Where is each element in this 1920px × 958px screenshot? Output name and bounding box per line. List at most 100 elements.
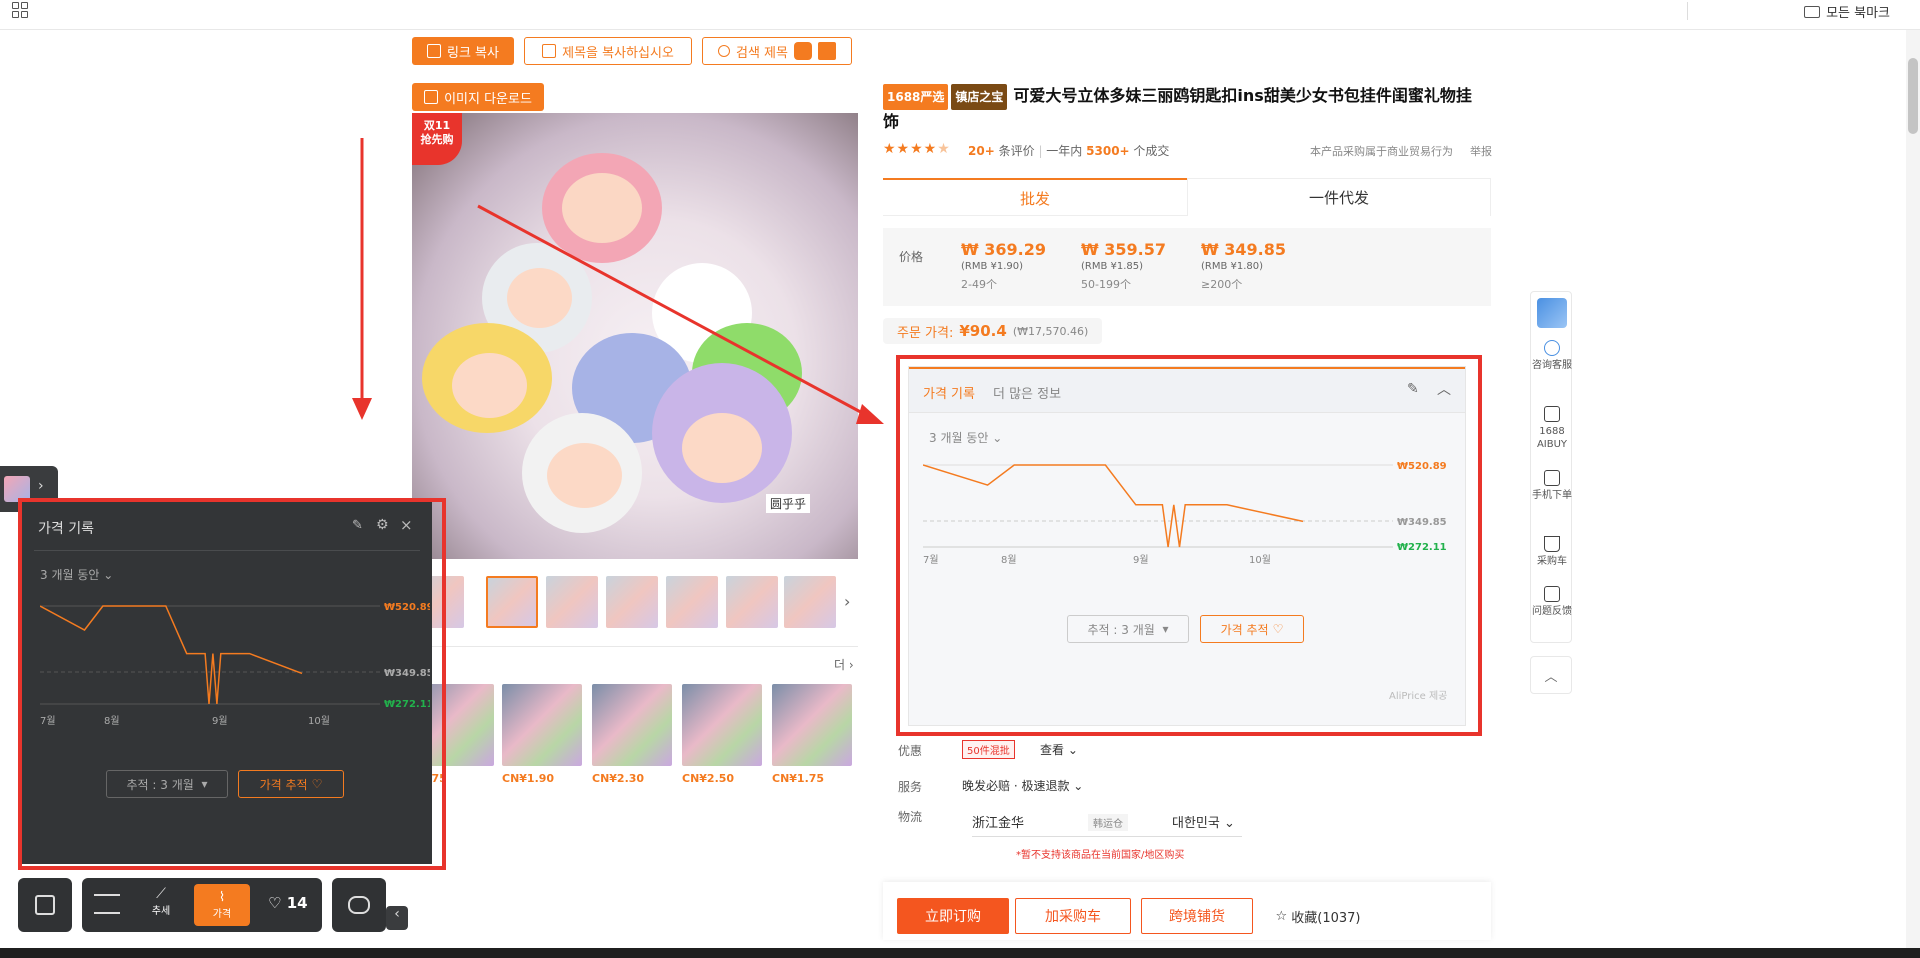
trend-button[interactable]: ⟋ 추세 [146,886,176,917]
thumbnail[interactable] [666,576,718,628]
promo-badge-line1: 双11 [423,119,451,132]
aibuy-button[interactable]: 1688 AIBUY [1531,406,1573,451]
promo-badge-line2: 抢先购 [420,133,454,146]
logistics-label: 物流 [898,810,923,824]
side-tools: 咨询客服 1688 AIBUY 手机下单 采购车 问题反馈 [1530,291,1572,643]
period-dropdown[interactable]: 3 개월 동안 ⌄ [929,429,1002,446]
track-period-select[interactable]: 추적 : 3 개월 ▾ [1067,615,1189,643]
gear-icon[interactable]: ⚙ [376,517,389,533]
shopping-bag-button[interactable] [18,878,72,932]
search-title-button[interactable]: 검색 제목 [702,37,852,65]
service-value[interactable]: 晚发必赔 · 极速退款 ⌄ [962,777,1083,794]
browser-bookmarks-bar: 모든 북마크 [0,0,1920,30]
related-product-image[interactable] [502,684,582,766]
treasure-badge: 镇店之宝 [951,84,1008,110]
service-text: 晚发必赔 · 极速退款 [962,779,1070,793]
taobao-icon[interactable] [793,42,812,60]
collapse-toolbar-button[interactable]: ‹ [386,906,408,930]
mobile-order-button[interactable]: 手机下单 [1531,470,1573,502]
chevron-right-icon: › [38,478,44,494]
divider [1687,2,1688,20]
price-button[interactable]: ⌇ 가격 [194,884,250,926]
add-cart-button[interactable]: 加采购车 [1015,898,1131,934]
sales-label: 个成交 [1133,144,1170,158]
x-tick-label: 10월 [308,715,330,727]
annotation-arrowhead-down [352,398,372,420]
chat-icon [1544,340,1560,356]
page-scrollbar[interactable] [1906,30,1920,958]
thumbnail[interactable] [546,576,598,628]
heart-icon: ♡ [311,777,323,791]
tier-quantity: ≥200个 [1201,278,1243,291]
download-images-button[interactable]: 이미지 다운로드 [412,83,544,111]
wishlist-button[interactable]: ♡ 14 [268,894,308,912]
price-tier: ₩ 359.57 (RMB ¥1.85) 50-199个 [1081,240,1166,292]
related-product-image[interactable] [682,684,762,766]
promo-view-link[interactable]: 查看 ⌄ [1040,741,1078,758]
buy-now-button[interactable]: 立即订购 [897,898,1009,934]
thumbnail[interactable] [606,576,658,628]
cross-border-button[interactable]: 跨境铺货 [1141,898,1253,934]
price-line [40,605,303,705]
translate-button[interactable] [1531,298,1573,328]
related-product-image[interactable] [592,684,672,766]
period-dropdown[interactable]: 3 개월 동안 ⌄ [40,566,113,583]
layers-icon[interactable] [94,894,120,914]
divider [412,646,858,647]
thumbnail[interactable] [726,576,778,628]
destination-select[interactable]: 대한민국 ⌄ [1172,812,1235,831]
feedback-label: 问题反馈 [1532,606,1572,617]
edit-icon[interactable]: ✎ [1407,381,1419,397]
all-bookmarks-button[interactable]: 모든 북마크 [1804,2,1890,21]
back-to-top-button[interactable]: ︿ [1530,656,1572,694]
thumbnail-selected[interactable] [486,576,538,628]
collapse-icon[interactable]: ︿ [1437,379,1451,399]
panel-title: 가격 기록 [38,521,94,537]
product-main-image[interactable]: 双11 抢先购 圆乎乎 [412,113,858,559]
cart-icon [1544,536,1560,552]
logistics-transit: 韩运仓 [1088,814,1128,831]
current-price-label: ₩349.85 [1397,517,1447,528]
feedback-button[interactable]: 问题反馈 [1531,586,1573,618]
reviews-count[interactable]: 20+ [968,144,995,158]
annotation-arrowhead-right [856,404,884,424]
translate-icon [1537,298,1567,328]
price-tier: ₩ 349.85 (RMB ¥1.80) ≥200个 [1201,240,1286,292]
tab-wholesale[interactable]: 批发 [883,178,1187,216]
aibuy-label: 1688 AIBUY [1536,426,1568,450]
copy-link-button[interactable]: 링크 복사 [412,37,514,65]
copy-title-button[interactable]: 제목을 복사하십시오 [524,37,692,65]
purchase-cart-button[interactable]: 采购车 [1531,536,1573,568]
min-price-label: ₩272.11 [384,699,430,710]
related-product-image[interactable] [772,684,852,766]
tab-more-info[interactable]: 더 많은 정보 [993,383,1061,402]
price-track-button[interactable]: 가격 추적 ♡ [1200,615,1304,643]
tier-price-rmb: (RMB ¥1.80) [1201,261,1264,272]
thumbnail-next-icon[interactable]: › [844,592,850,611]
related-product-price: CN¥2.30 [592,772,645,785]
wishlist-count: 14 [286,894,308,912]
edit-icon[interactable]: ✎ [352,518,363,533]
rating-stars: ★★★★★ [883,141,951,157]
copy-icon [542,44,557,58]
scrollbar-thumb[interactable] [1908,58,1918,134]
customer-service-button[interactable]: 咨询客服 [1531,340,1573,372]
track-period-select[interactable]: 추적 : 3 개월 ▾ [106,770,228,798]
favorite-button[interactable]: ☆ 收藏(1037) [1263,898,1373,934]
close-icon[interactable]: × [400,516,413,534]
trend-label: 추세 [151,906,171,917]
period-label: 3 개월 동안 [929,431,989,445]
search-icon [718,45,730,57]
related-more-link[interactable]: 더 › [834,656,854,673]
price-track-button[interactable]: 가격 추적 ♡ [238,770,344,798]
apps-grid-icon[interactable] [12,2,28,18]
taskbar [0,948,1920,958]
sales-count: 5300+ [1086,144,1130,158]
price-tier: ₩ 369.29 (RMB ¥1.90) 2-49个 [961,240,1046,292]
tab-price-history[interactable]: 가격 기록 [923,383,975,402]
report-link[interactable]: 举报 [1470,143,1492,159]
chat-button[interactable] [332,878,386,932]
tab-dropship[interactable]: 一件代发 [1187,178,1491,216]
thumbnail[interactable] [784,576,836,628]
tmall-icon[interactable] [817,42,836,60]
